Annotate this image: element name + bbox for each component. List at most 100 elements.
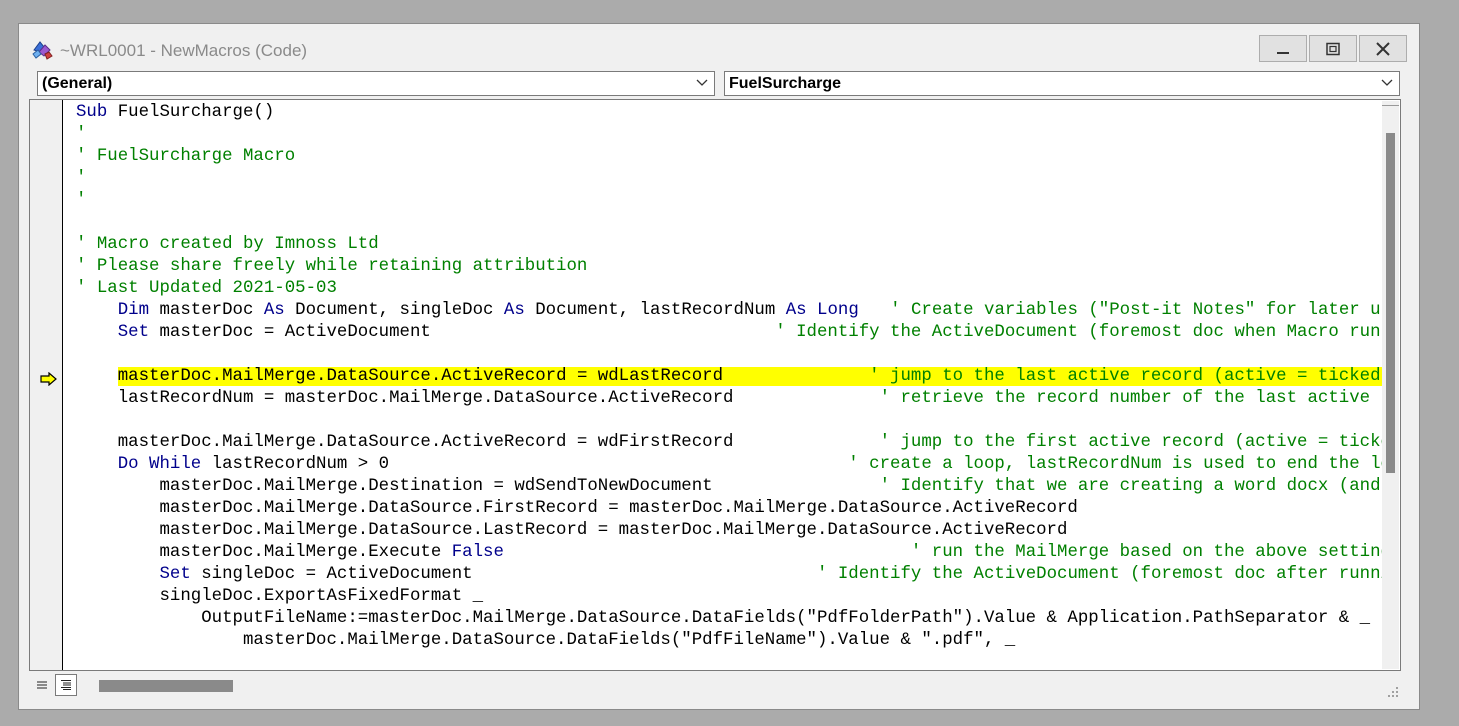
code-keyword: Do While xyxy=(117,455,202,474)
resize-grip-icon[interactable] xyxy=(1387,686,1399,698)
code-line[interactable]: ' xyxy=(76,124,1384,146)
vertical-scrollbar[interactable] xyxy=(1382,101,1399,669)
code-text-segment: masterDoc.MailMerge.DataSource.DataField… xyxy=(76,631,1016,650)
code-line[interactable] xyxy=(76,344,1384,366)
code-keyword: As xyxy=(785,301,807,320)
code-line[interactable]: masterDoc.MailMerge.DataSource.ActiveRec… xyxy=(76,366,1384,388)
code-line[interactable]: masterDoc.MailMerge.DataSource.LastRecor… xyxy=(76,520,1384,542)
code-text-segment xyxy=(859,301,890,320)
code-line[interactable]: OutputFileName:=masterDoc.MailMerge.Data… xyxy=(76,608,1384,630)
code-text-segment: lastRecordNum = masterDoc.MailMerge.Data… xyxy=(76,389,880,408)
procedure-combo[interactable]: FuelSurcharge xyxy=(724,71,1400,96)
code-text-segment xyxy=(504,543,911,562)
code-text-segment xyxy=(807,301,817,320)
code-line[interactable]: masterDoc.MailMerge.DataSource.ActiveRec… xyxy=(76,432,1384,454)
code-comment: ' jump to the last active record (active… xyxy=(869,367,1384,386)
code-line[interactable]: masterDoc.MailMerge.DataSource.FirstReco… xyxy=(76,498,1384,520)
code-text-segment: masterDoc.MailMerge.DataSource.ActiveRec… xyxy=(76,433,880,452)
code-keyword: Long xyxy=(817,301,859,320)
code-keyword: As xyxy=(503,301,525,320)
code-text-segment: masterDoc xyxy=(149,301,264,320)
code-line[interactable]: singleDoc.ExportAsFixedFormat _ xyxy=(76,586,1384,608)
close-icon xyxy=(1376,41,1390,56)
code-text-segment: masterDoc = ActiveDocument xyxy=(149,323,776,342)
procedure-view-icon xyxy=(37,681,47,689)
code-line[interactable] xyxy=(76,212,1384,234)
code-comment: ' xyxy=(76,125,87,144)
code-keyword: Sub xyxy=(76,103,108,122)
procedure-combo-value: FuelSurcharge xyxy=(729,75,842,92)
code-line[interactable]: masterDoc.MailMerge.Destination = wdSend… xyxy=(76,476,1384,498)
code-text-segment xyxy=(76,367,118,386)
object-combo[interactable]: (General) xyxy=(37,71,715,96)
window-title: ~WRL0001 - NewMacros (Code) xyxy=(60,41,308,60)
code-editor[interactable]: Sub FuelSurcharge() ' ' FuelSurcharge Macr… xyxy=(29,99,1401,671)
code-comment: ' FuelSurcharge Macro xyxy=(76,147,296,166)
code-line[interactable]: ' Please share freely while retaining at… xyxy=(76,256,1384,278)
code-line[interactable]: ' xyxy=(76,190,1384,212)
minimize-icon xyxy=(1277,51,1289,54)
execution-point-arrow-icon xyxy=(40,372,57,386)
split-bar[interactable] xyxy=(1382,101,1399,106)
code-comment: ' Macro created by Imnoss Ltd xyxy=(76,235,379,254)
code-text-segment xyxy=(76,301,118,320)
code-comment: ' jump to the first active record (activ… xyxy=(879,433,1384,452)
code-text-segment: masterDoc.MailMerge.DataSource.ActiveRec… xyxy=(117,367,870,386)
code-comment: ' run the MailMerge based on the above s… xyxy=(910,543,1384,562)
code-comment: ' Please share freely while retaining at… xyxy=(76,257,588,276)
code-text-segment: OutputFileName:=masterDoc.MailMerge.Data… xyxy=(76,609,1371,628)
code-keyword: False xyxy=(451,543,504,562)
title-bar[interactable]: ~WRL0001 - NewMacros (Code) xyxy=(19,24,1419,66)
code-line[interactable]: masterDoc.MailMerge.Execute False ' run … xyxy=(76,542,1384,564)
minimize-button[interactable] xyxy=(1259,35,1307,62)
code-keyword: As xyxy=(263,301,285,320)
code-comment: ' xyxy=(76,191,87,210)
code-text-segment: Document, singleDoc xyxy=(284,301,504,320)
object-combo-value: (General) xyxy=(42,75,113,92)
code-text-segment: masterDoc.MailMerge.Execute xyxy=(76,543,452,562)
code-line[interactable]: Set masterDoc = ActiveDocument ' Identif… xyxy=(76,322,1384,344)
code-line[interactable]: Dim masterDoc As Document, singleDoc As … xyxy=(76,300,1384,322)
code-keyword: Dim xyxy=(117,301,150,320)
code-line[interactable]: ' xyxy=(76,168,1384,190)
restore-icon xyxy=(1326,42,1340,55)
code-line[interactable] xyxy=(76,410,1384,432)
code-text-segment: masterDoc.MailMerge.DataSource.LastRecor… xyxy=(76,521,1068,540)
code-text-segment: singleDoc = ActiveDocument xyxy=(190,565,817,584)
code-comment: ' Identify that we are creating a word d… xyxy=(879,477,1381,496)
code-line[interactable]: masterDoc.MailMerge.DataSource.DataField… xyxy=(76,630,1384,652)
code-line[interactable]: ' FuelSurcharge Macro xyxy=(76,146,1384,168)
full-module-view-button[interactable] xyxy=(55,674,77,696)
vba-module-icon xyxy=(32,41,53,60)
vba-code-window: ~WRL0001 - NewMacros (Code) (General) Fu… xyxy=(18,23,1420,710)
code-keyword: Set xyxy=(117,323,150,342)
code-line[interactable]: Sub FuelSurcharge() xyxy=(76,102,1384,124)
code-line[interactable]: ' Last Updated 2021-05-03 xyxy=(76,278,1384,300)
code-text[interactable]: Sub FuelSurcharge() ' ' FuelSurcharge Macr… xyxy=(76,102,1384,670)
code-comment: ' xyxy=(76,169,87,188)
code-comment: ' Last Updated 2021-05-03 xyxy=(76,279,337,298)
vertical-scroll-thumb[interactable] xyxy=(1386,133,1395,473)
chevron-down-icon xyxy=(696,79,708,86)
code-line[interactable]: Do While lastRecordNum > 0 ' create a lo… xyxy=(76,454,1384,476)
chevron-down-icon xyxy=(1381,79,1393,86)
code-text-segment: FuelSurcharge() xyxy=(107,103,275,122)
code-text-segment: masterDoc.MailMerge.Destination = wdSend… xyxy=(76,477,880,496)
code-comment: ' Identify the ActiveDocument (foremost … xyxy=(816,565,1384,584)
close-button[interactable] xyxy=(1359,35,1407,62)
code-keyword: Set xyxy=(159,565,191,584)
horizontal-scroll-thumb[interactable] xyxy=(99,680,233,692)
code-comment: ' retrieve the record number of the last… xyxy=(879,389,1384,408)
code-text-segment xyxy=(76,565,160,584)
code-line[interactable]: lastRecordNum = masterDoc.MailMerge.Data… xyxy=(76,388,1384,410)
code-line[interactable]: ' Macro created by Imnoss Ltd xyxy=(76,234,1384,256)
procedure-view-button[interactable] xyxy=(31,674,53,696)
code-line[interactable]: Set singleDoc = ActiveDocument ' Identif… xyxy=(76,564,1385,586)
margin-indicator-bar[interactable] xyxy=(30,100,63,670)
code-text-segment: singleDoc.ExportAsFixedFormat _ xyxy=(76,587,484,606)
bottom-bar xyxy=(29,672,1401,700)
maximize-button[interactable] xyxy=(1309,35,1357,62)
full-module-view-icon xyxy=(61,680,71,690)
code-comment: ' Create variables ("Post-it Notes" for … xyxy=(890,301,1384,320)
code-text-segment: Document, lastRecordNum xyxy=(524,301,786,320)
